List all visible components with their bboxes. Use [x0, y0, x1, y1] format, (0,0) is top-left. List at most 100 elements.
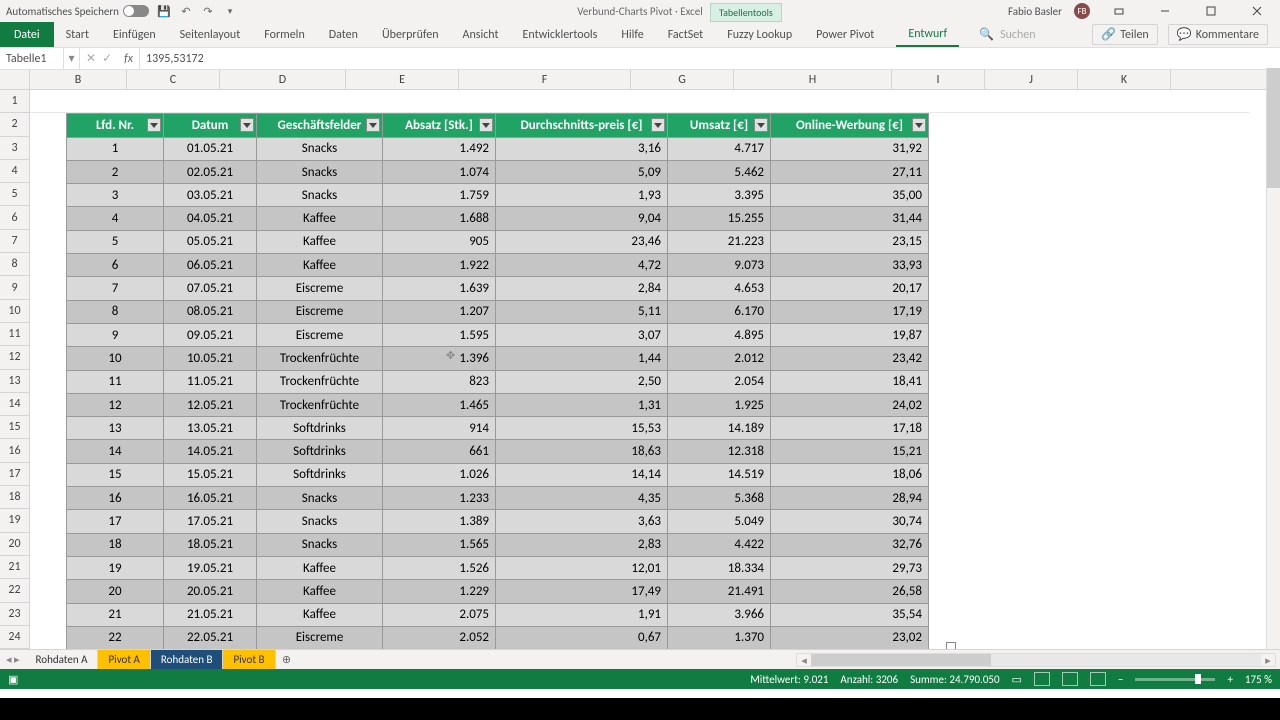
table-row[interactable]: 909.05.21Eiscreme1.5953,074.89519,87	[67, 323, 929, 346]
zoom-out-icon[interactable]: −	[1118, 673, 1123, 686]
table-cell[interactable]: 3	[67, 184, 164, 207]
table-cell[interactable]: Trockenfrüchte	[257, 347, 383, 370]
filter-button[interactable]	[240, 118, 254, 132]
row-header-11[interactable]: 11	[0, 323, 29, 346]
row-header-3[interactable]: 3	[0, 137, 29, 160]
table-cell[interactable]: 1.370	[668, 626, 771, 649]
row-header-19[interactable]: 19	[0, 509, 29, 532]
table-row[interactable]: 606.05.21Kaffee1.9224,729.07333,93	[67, 254, 929, 277]
table-cell[interactable]: 1.492	[383, 137, 496, 160]
table-cell[interactable]: 20	[67, 580, 164, 603]
column-header-H[interactable]: H	[734, 70, 892, 89]
table-row[interactable]: 2121.05.21Kaffee2.0751,913.96635,54	[67, 603, 929, 626]
cancel-formula-icon[interactable]: ✕	[86, 51, 96, 66]
row-header-9[interactable]: 9	[0, 276, 29, 299]
table-cell[interactable]: 03.05.21	[164, 184, 257, 207]
table-cell[interactable]: 6.170	[668, 300, 771, 323]
table-cell[interactable]: 1.207	[383, 300, 496, 323]
row-header-21[interactable]: 21	[0, 556, 29, 579]
table-cell[interactable]: 3.966	[668, 603, 771, 626]
table-cell[interactable]: 28,94	[771, 487, 929, 510]
table-cell[interactable]: 1.074	[383, 160, 496, 183]
row-header-13[interactable]: 13	[0, 370, 29, 393]
search-box[interactable]: 🔍 Suchen	[979, 22, 1035, 47]
table-cell[interactable]: 19	[67, 556, 164, 579]
row-header-8[interactable]: 8	[0, 253, 29, 276]
table-cell[interactable]: 1,93	[496, 184, 668, 207]
table-cell[interactable]: 905	[383, 230, 496, 253]
table-cell[interactable]: 13	[67, 417, 164, 440]
table-cell[interactable]: Softdrinks	[257, 417, 383, 440]
table-cell[interactable]: 16.05.21	[164, 487, 257, 510]
cell-grid[interactable]: Lfd. Nr.DatumGeschäftsfelderAbsatz [Stk.…	[30, 90, 1280, 649]
table-cell[interactable]: Softdrinks	[257, 440, 383, 463]
share-button[interactable]: 🔗 Teilen	[1092, 24, 1158, 45]
fx-icon[interactable]: fx	[118, 48, 140, 70]
table-cell[interactable]: 1	[67, 137, 164, 160]
table-cell[interactable]: 02.05.21	[164, 160, 257, 183]
table-row[interactable]: 2020.05.21Kaffee1.22917,4921.49126,58	[67, 580, 929, 603]
table-cell[interactable]: 1.233	[383, 487, 496, 510]
comments-button[interactable]: 💬 Kommentare	[1168, 24, 1268, 45]
table-cell[interactable]: 17,18	[771, 417, 929, 440]
table-cell[interactable]: 12,01	[496, 556, 668, 579]
table-cell[interactable]: 18,41	[771, 370, 929, 393]
user-avatar[interactable]: FB	[1074, 3, 1090, 19]
table-row[interactable]: 404.05.21Kaffee1.6889,0415.25531,44	[67, 207, 929, 230]
zoom-in-icon[interactable]: +	[1227, 673, 1232, 686]
table-cell[interactable]: Kaffee	[257, 580, 383, 603]
table-cell[interactable]: 32,76	[771, 533, 929, 556]
table-cell[interactable]: 2.012	[668, 347, 771, 370]
table-header[interactable]: Absatz [Stk.]	[383, 114, 496, 137]
table-row[interactable]: 1010.05.21Trockenfrüchte1.3961,442.01223…	[67, 347, 929, 370]
table-cell[interactable]: 10	[67, 347, 164, 370]
column-header-C[interactable]: C	[127, 70, 220, 89]
table-cell[interactable]: 35,00	[771, 184, 929, 207]
table-cell[interactable]: 3.395	[668, 184, 771, 207]
table-cell[interactable]: 31,44	[771, 207, 929, 230]
table-cell[interactable]: 01.05.21	[164, 137, 257, 160]
table-cell[interactable]: 5.049	[668, 510, 771, 533]
table-cell[interactable]: 12.05.21	[164, 393, 257, 416]
ribbon-tab-factset[interactable]: FactSet	[656, 22, 715, 47]
sheet-nav[interactable]: ◂ ▸	[0, 650, 26, 669]
table-cell[interactable]: 23,46	[496, 230, 668, 253]
table-cell[interactable]: 06.05.21	[164, 254, 257, 277]
sheet-tab[interactable]: Rohdaten A	[26, 650, 99, 669]
table-row[interactable]: 808.05.21Eiscreme1.2075,116.17017,19	[67, 300, 929, 323]
table-cell[interactable]: 21.05.21	[164, 603, 257, 626]
table-cell[interactable]: 09.05.21	[164, 323, 257, 346]
column-header-G[interactable]: G	[631, 70, 734, 89]
table-cell[interactable]: 5,09	[496, 160, 668, 183]
table-cell[interactable]: 08.05.21	[164, 300, 257, 323]
ribbon-display-icon[interactable]	[1102, 0, 1136, 22]
table-cell[interactable]: 07.05.21	[164, 277, 257, 300]
row-header-6[interactable]: 6	[0, 206, 29, 229]
qat-customize-icon[interactable]: ▾	[223, 4, 237, 18]
ribbon-tab-daten[interactable]: Daten	[317, 22, 370, 47]
table-cell[interactable]: Eiscreme	[257, 626, 383, 649]
vertical-scrollbar[interactable]	[1266, 68, 1280, 658]
save-icon[interactable]: 💾	[157, 4, 171, 18]
redo-icon[interactable]: ↷	[201, 4, 215, 18]
table-header[interactable]: Umsatz [€]	[668, 114, 771, 137]
close-icon[interactable]	[1240, 0, 1274, 22]
table-cell[interactable]: 1.639	[383, 277, 496, 300]
table-cell[interactable]: 1.688	[383, 207, 496, 230]
filter-button[interactable]	[366, 118, 380, 132]
table-cell[interactable]: 1.565	[383, 533, 496, 556]
table-cell[interactable]: 21	[67, 603, 164, 626]
table-cell[interactable]: 14.519	[668, 463, 771, 486]
table-cell[interactable]: 29,73	[771, 556, 929, 579]
table-cell[interactable]: 2,83	[496, 533, 668, 556]
table-cell[interactable]: Snacks	[257, 160, 383, 183]
filter-button[interactable]	[479, 118, 493, 132]
table-cell[interactable]: Kaffee	[257, 556, 383, 579]
table-row[interactable]: 1212.05.21Trockenfrüchte1.4651,311.92524…	[67, 393, 929, 416]
row-header-14[interactable]: 14	[0, 393, 29, 416]
table-cell[interactable]: 26,58	[771, 580, 929, 603]
table-header[interactable]: Datum	[164, 114, 257, 137]
sheet-tab[interactable]: Pivot A	[98, 650, 150, 669]
autosave-toggle[interactable]: Automatisches Speichern	[6, 5, 149, 18]
table-cell[interactable]: 7	[67, 277, 164, 300]
